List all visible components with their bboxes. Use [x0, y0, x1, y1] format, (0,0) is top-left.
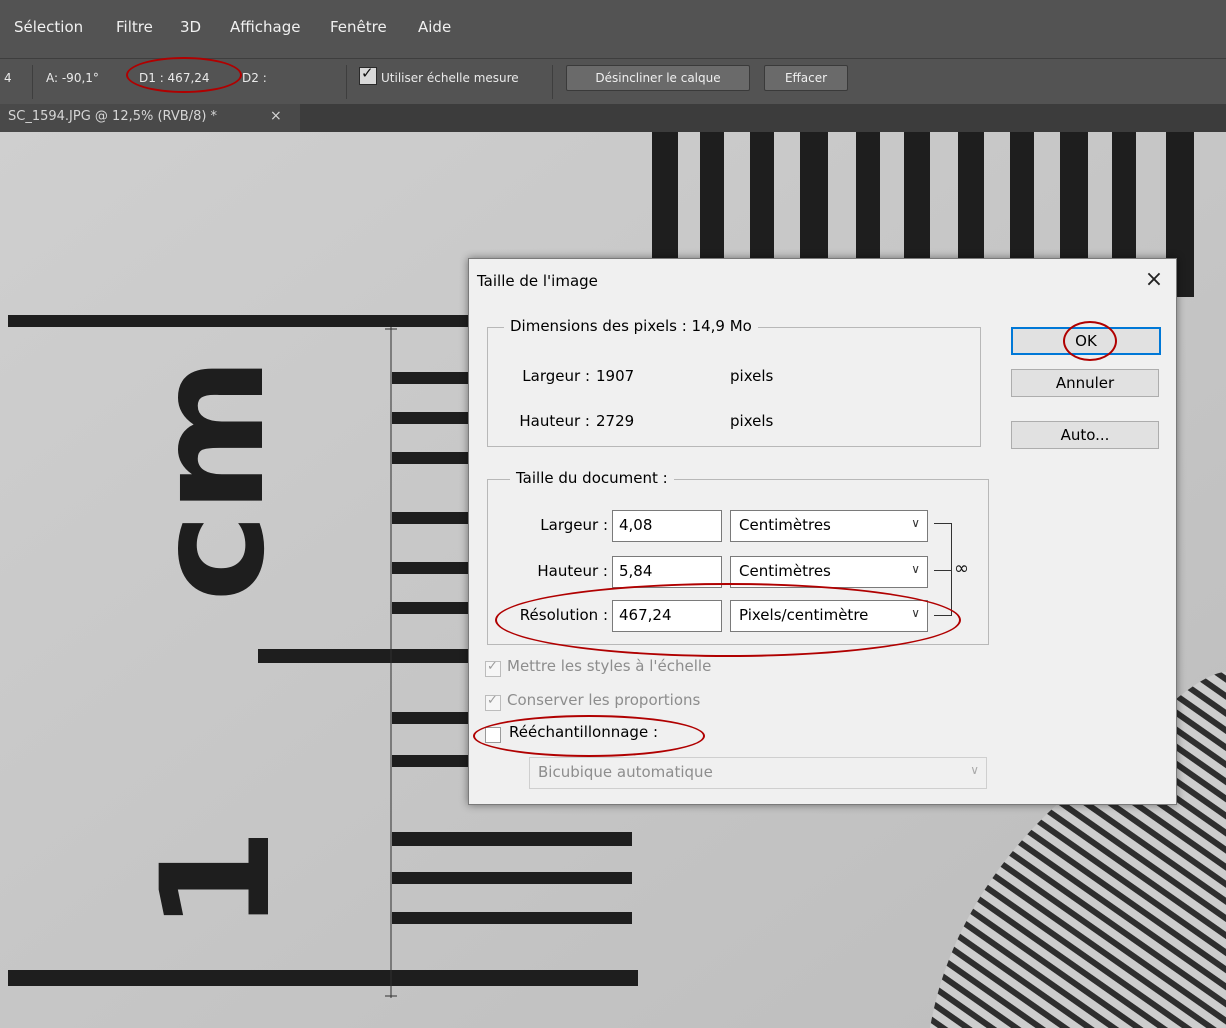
- options-separator: [346, 65, 347, 99]
- document-size-group: Taille du document : Largeur : Centimètr…: [487, 469, 989, 645]
- distance1-readout: D1 : 467,24: [139, 71, 210, 85]
- auto-button[interactable]: Auto...: [1011, 421, 1159, 449]
- checkmark-icon: ✓: [487, 659, 498, 674]
- resample-checkbox[interactable]: [485, 727, 501, 743]
- doc-height-unit-select[interactable]: Centimètres ∨: [730, 556, 928, 588]
- cancel-button[interactable]: Annuler: [1011, 369, 1159, 397]
- options-separator: [32, 65, 33, 99]
- angle-readout: A: -90,1°: [46, 71, 99, 85]
- clear-button[interactable]: Effacer: [764, 65, 848, 91]
- scale-styles-label: Mettre les styles à l'échelle: [507, 657, 712, 675]
- doc-width-input[interactable]: [619, 511, 715, 539]
- menu-bar: Sélection Filtre 3D Affichage Fenêtre Ai…: [0, 0, 1226, 58]
- pixel-dimensions-title: Dimensions des pixels : 14,9 Mo: [504, 317, 758, 335]
- dialog-title: Taille de l'image: [477, 272, 598, 290]
- ok-button[interactable]: OK: [1011, 327, 1161, 355]
- doc-height-unit: Centimètres: [739, 562, 831, 580]
- checkmark-icon: ✓: [361, 64, 374, 82]
- resolution-label: Résolution :: [519, 606, 608, 624]
- pixel-width-label: Largeur :: [522, 367, 590, 385]
- use-scale-checkbox[interactable]: ✓: [359, 64, 377, 85]
- pixel-height-unit: pixels: [730, 412, 774, 430]
- distance2-readout: D2 :: [242, 71, 267, 85]
- resample-label: Rééchantillonnage :: [509, 723, 658, 741]
- resolution-field[interactable]: [612, 600, 722, 632]
- document-tab[interactable]: SC_1594.JPG @ 12,5% (RVB/8) * ×: [0, 104, 300, 132]
- doc-height-input[interactable]: [619, 557, 715, 585]
- chevron-down-icon: ∨: [911, 562, 920, 576]
- doc-width-field[interactable]: [612, 510, 722, 542]
- pixel-width-value: 1907: [596, 367, 635, 385]
- resolution-unit-select[interactable]: Pixels/centimètre ∨: [730, 600, 928, 632]
- straighten-layer-button[interactable]: Désincliner le calque: [566, 65, 750, 91]
- doc-height-field[interactable]: [612, 556, 722, 588]
- options-bar: 4 A: -90,1° D1 : 467,24 D2 : ✓ Utiliser …: [0, 57, 1226, 105]
- chain-link-icon[interactable]: ∞: [954, 558, 969, 579]
- chevron-down-icon: ∨: [911, 606, 920, 620]
- doc-width-label: Largeur :: [540, 516, 608, 534]
- close-icon[interactable]: ×: [1139, 265, 1169, 295]
- pixel-dimensions-group: Dimensions des pixels : 14,9 Mo Largeur …: [487, 317, 981, 447]
- menu-filter[interactable]: Filtre: [116, 18, 153, 36]
- use-scale-label: Utiliser échelle mesure: [381, 71, 519, 85]
- options-separator: [552, 65, 553, 99]
- menu-help[interactable]: Aide: [418, 18, 451, 36]
- doc-width-unit-select[interactable]: Centimètres ∨: [730, 510, 928, 542]
- document-tab-title: SC_1594.JPG @ 12,5% (RVB/8) *: [8, 109, 218, 124]
- resolution-input[interactable]: [619, 601, 715, 629]
- svg-text:1: 1: [130, 828, 304, 932]
- resample-method-value: Bicubique automatique: [538, 763, 713, 781]
- resolution-unit: Pixels/centimètre: [739, 606, 869, 624]
- pixel-width-unit: pixels: [730, 367, 774, 385]
- link-bracket: [934, 615, 952, 616]
- pixel-height-label: Hauteur :: [519, 412, 590, 430]
- doc-width-unit: Centimètres: [739, 516, 831, 534]
- chevron-down-icon: ∨: [970, 763, 979, 777]
- doc-height-label: Hauteur :: [537, 562, 608, 580]
- constrain-proportions-label: Conserver les proportions: [507, 691, 701, 709]
- chevron-down-icon: ∨: [911, 516, 920, 530]
- options-lead-value: 4: [4, 71, 12, 85]
- document-tab-bar: SC_1594.JPG @ 12,5% (RVB/8) * ×: [0, 104, 1226, 132]
- scale-styles-checkbox[interactable]: ✓: [485, 659, 501, 677]
- document-size-title: Taille du document :: [510, 469, 674, 487]
- menu-view[interactable]: Affichage: [230, 18, 300, 36]
- menu-window[interactable]: Fenêtre: [330, 18, 387, 36]
- constrain-proportions-checkbox[interactable]: ✓: [485, 693, 501, 711]
- link-bracket: [934, 523, 952, 524]
- menu-selection[interactable]: Sélection: [14, 18, 83, 36]
- checkmark-icon: ✓: [487, 693, 498, 708]
- image-size-dialog: Taille de l'image × Dimensions des pixel…: [468, 258, 1177, 805]
- svg-text:cm: cm: [124, 357, 298, 602]
- close-icon[interactable]: ×: [270, 108, 282, 124]
- resample-method-select[interactable]: Bicubique automatique ∨: [529, 757, 987, 789]
- link-bracket: [951, 523, 952, 615]
- link-bracket: [934, 570, 952, 571]
- menu-3d[interactable]: 3D: [180, 18, 201, 36]
- pixel-height-value: 2729: [596, 412, 635, 430]
